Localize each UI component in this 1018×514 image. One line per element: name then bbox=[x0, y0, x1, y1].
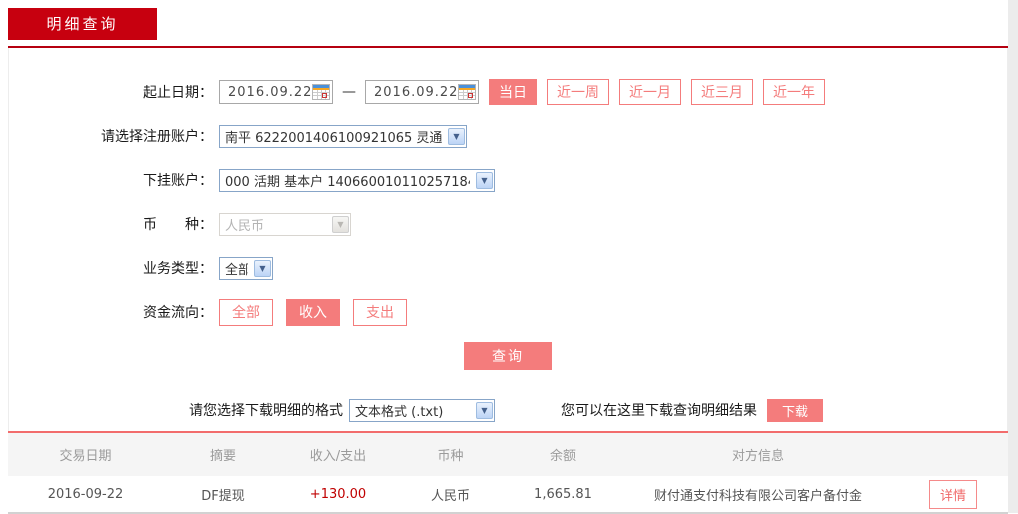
date-range-row: 起止日期： 2016.09.22 — 2016.09.22 当日 近一周 近一月… bbox=[9, 78, 1007, 106]
fund-flow-label: 资金流向： bbox=[143, 305, 213, 321]
download-button[interactable]: 下载 bbox=[767, 398, 823, 422]
download-hint: 您可以在这里下载查询明细结果 bbox=[561, 403, 757, 419]
header-balance: 余额 bbox=[549, 449, 576, 464]
currency-select: 人民币 ▼ bbox=[219, 212, 351, 236]
main-container: 明细查询 起止日期： 2016.09.22 — 2016.09.22 当日 近一… bbox=[8, 0, 1008, 514]
register-account-select[interactable]: 南平 6222001406100921065 灵通卡 ▼ bbox=[219, 124, 467, 148]
business-type-select[interactable]: 全部 ▼ bbox=[219, 256, 273, 280]
cell-amount: +130.00 bbox=[309, 486, 367, 502]
cell-currency: 人民币 bbox=[430, 488, 470, 504]
query-button[interactable]: 查询 bbox=[464, 342, 552, 370]
register-account-row: 请选择注册账户： 南平 6222001406100921065 灵通卡 ▼ bbox=[9, 122, 1007, 150]
header-counterparty: 对方信息 bbox=[731, 449, 784, 464]
chevron-down-icon: ▼ bbox=[254, 259, 271, 277]
calendar-icon[interactable] bbox=[458, 84, 477, 100]
header-amount: 收入/支出 bbox=[309, 449, 367, 464]
cell-balance: 1,665.81 bbox=[534, 486, 592, 502]
cell-counterparty: 财付通支付科技有限公司客户备付金 bbox=[653, 488, 862, 504]
query-button-row: 查询 bbox=[9, 342, 1007, 370]
header-date: 交易日期 bbox=[59, 449, 112, 464]
register-account-value: 南平 6222001406100921065 灵通卡 bbox=[225, 130, 442, 146]
chevron-down-icon: ▼ bbox=[476, 401, 493, 419]
sub-account-label: 下挂账户： bbox=[143, 173, 213, 189]
quick-range-month-button[interactable]: 近一月 bbox=[619, 79, 681, 105]
download-format-select[interactable]: 文本格式 (.txt) ▼ bbox=[349, 398, 495, 422]
calendar-icon[interactable] bbox=[312, 84, 331, 100]
end-date-value: 2016.09.22 bbox=[374, 84, 459, 100]
business-type-row: 业务类型： 全部 ▼ bbox=[9, 254, 1007, 282]
table-header-row: 交易日期 摘要 收入/支出 币种 余额 对方信息 bbox=[8, 433, 1008, 476]
end-date-input[interactable]: 2016.09.22 bbox=[365, 80, 479, 104]
quick-range-quarter-button[interactable]: 近三月 bbox=[691, 79, 753, 105]
sub-account-value: 000 活期 基本户 1406600101102571848 bbox=[225, 174, 470, 190]
chevron-down-icon: ▼ bbox=[476, 171, 493, 189]
chevron-down-icon: ▼ bbox=[448, 127, 465, 145]
date-range-separator: — bbox=[342, 84, 356, 100]
fund-flow-income-button[interactable]: 收入 bbox=[286, 298, 340, 326]
query-form: 起止日期： 2016.09.22 — 2016.09.22 当日 近一周 近一月… bbox=[8, 48, 1008, 431]
business-type-value: 全部 bbox=[225, 262, 248, 278]
tab-detail-query[interactable]: 明细查询 bbox=[8, 8, 157, 40]
download-row: 请您选择下载明细的格式 文本格式 (.txt) ▼ 您可以在这里下载查询明细结果… bbox=[9, 398, 1007, 422]
quick-range-today-button[interactable]: 当日 bbox=[489, 79, 537, 105]
sub-account-select[interactable]: 000 活期 基本户 1406600101102571848 ▼ bbox=[219, 168, 495, 192]
cell-action: 详情 bbox=[898, 479, 1008, 509]
page-right-margin bbox=[1008, 0, 1018, 513]
currency-value: 人民币 bbox=[225, 218, 265, 234]
quick-range-year-button[interactable]: 近一年 bbox=[763, 79, 825, 105]
currency-row: 币 种： 人民币 ▼ bbox=[9, 210, 1007, 238]
currency-label: 币 种： bbox=[143, 217, 213, 233]
sub-account-row: 下挂账户： 000 活期 基本户 1406600101102571848 ▼ bbox=[9, 166, 1007, 194]
table-row: 2016-09-22 DF提现 +130.00 人民币 1,665.81 财付通… bbox=[8, 476, 1008, 514]
cell-summary: DF提现 bbox=[201, 488, 245, 504]
detail-button[interactable]: 详情 bbox=[928, 479, 977, 509]
start-date-input[interactable]: 2016.09.22 bbox=[219, 80, 333, 104]
chevron-down-icon: ▼ bbox=[332, 215, 349, 233]
header-currency: 币种 bbox=[437, 449, 464, 464]
tab-bar: 明细查询 bbox=[8, 8, 1008, 48]
cell-date: 2016-09-22 bbox=[47, 486, 124, 502]
download-format-label: 请您选择下载明细的格式 bbox=[189, 403, 343, 419]
fund-flow-all-button[interactable]: 全部 bbox=[219, 298, 273, 326]
register-account-label: 请选择注册账户： bbox=[101, 129, 213, 145]
date-range-label: 起止日期： bbox=[143, 85, 213, 101]
business-type-label: 业务类型： bbox=[143, 261, 213, 277]
download-format-value: 文本格式 (.txt) bbox=[355, 404, 444, 420]
start-date-value: 2016.09.22 bbox=[228, 84, 313, 100]
fund-flow-row: 资金流向： 全部 收入 支出 bbox=[9, 298, 1007, 326]
quick-range-week-button[interactable]: 近一周 bbox=[547, 79, 609, 105]
fund-flow-expense-button[interactable]: 支出 bbox=[353, 298, 407, 326]
header-summary: 摘要 bbox=[209, 449, 236, 464]
